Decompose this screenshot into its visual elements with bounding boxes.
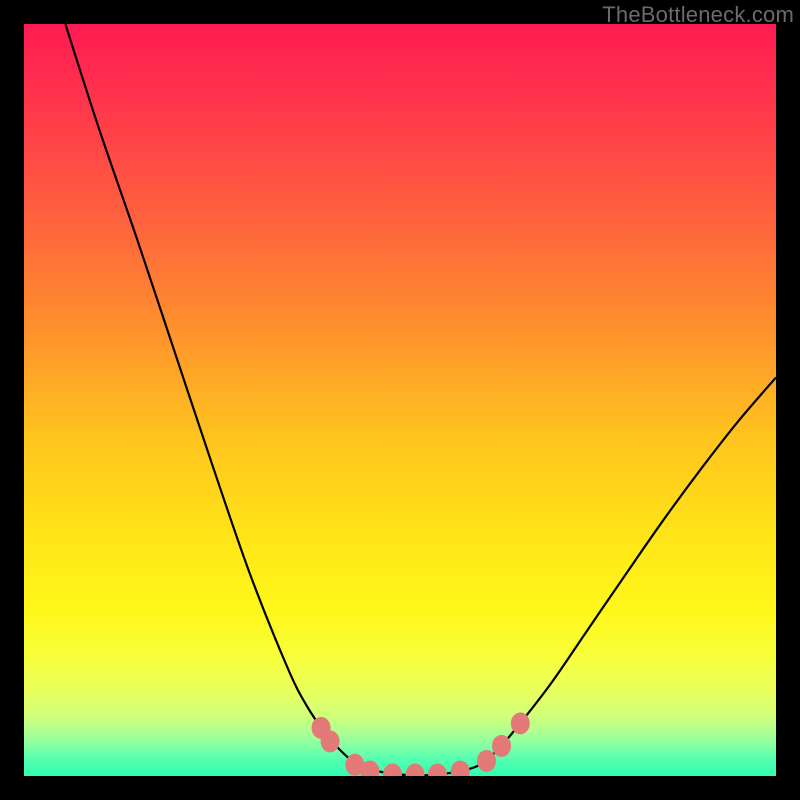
curve-layer	[24, 24, 776, 776]
marker-dot	[383, 763, 402, 776]
marker-dot	[477, 750, 496, 772]
bottleneck-curve	[65, 24, 776, 775]
sweet-spot-markers	[312, 712, 530, 776]
marker-dot	[406, 763, 425, 776]
marker-dot	[511, 712, 530, 734]
marker-dot	[492, 735, 511, 757]
outer-frame: TheBottleneck.com	[0, 0, 800, 800]
plot-area	[24, 24, 776, 776]
marker-dot	[321, 730, 340, 752]
marker-dot	[428, 763, 447, 776]
marker-dot	[451, 760, 470, 776]
